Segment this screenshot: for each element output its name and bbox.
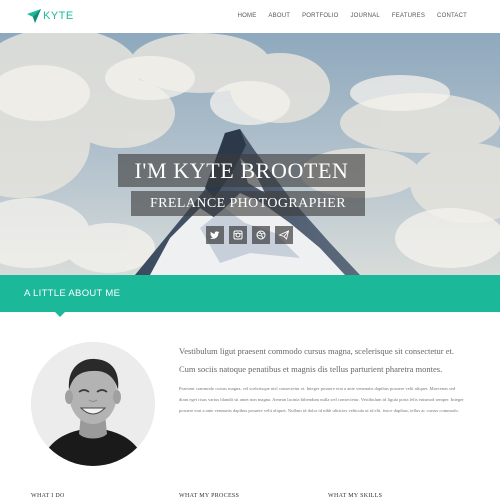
brand-logo[interactable]: KYTE — [27, 8, 74, 24]
profile-portrait — [31, 342, 155, 466]
nav-item-features[interactable]: FEATURES — [392, 12, 425, 20]
telegram-link[interactable] — [275, 226, 293, 244]
about-lead-2: Cum sociis natoque penatibus et magnis d… — [179, 364, 443, 374]
dribbble-icon — [256, 230, 266, 240]
hero-title: I'M KYTE BROOTEN — [118, 154, 365, 187]
about-lead-1: Vestibulum ligut praesent commodo cursus… — [179, 346, 455, 356]
heading-what-my-process: WHAT MY PROCESS — [179, 493, 240, 499]
about-bar-pointer — [55, 312, 65, 317]
nav-item-portfolio[interactable]: PORTFOLIO — [302, 12, 338, 20]
nav-item-about[interactable]: ABOUT — [268, 12, 290, 20]
nav-item-journal[interactable]: JOURNAL — [350, 12, 379, 20]
social-links — [206, 226, 298, 244]
portrait-photo — [31, 342, 155, 466]
instagram-link[interactable] — [229, 226, 247, 244]
hero-subtitle: FRELANCE PHOTOGRAPHER — [131, 191, 365, 216]
about-heading: A LITTLE ABOUT ME — [24, 288, 121, 299]
hero-banner: I'M KYTE BROOTEN FRELANCE PHOTOGRAPHER — [0, 33, 500, 275]
about-body: Praesent commodo cursus magna, vel scele… — [179, 386, 464, 413]
heading-what-my-skills: WHAT MY SKILLS — [328, 493, 383, 499]
nav-item-contact[interactable]: CONTACT — [437, 12, 467, 20]
heading-what-i-do: WHAT I DO — [31, 493, 65, 499]
instagram-icon — [233, 230, 243, 240]
nav-item-home[interactable]: HOME — [238, 12, 257, 20]
about-intro: Vestibulum ligut praesent commodo cursus… — [179, 346, 471, 416]
twitter-link[interactable] — [206, 226, 224, 244]
dribbble-link[interactable] — [252, 226, 270, 244]
main-nav: HOME ABOUT PORTFOLIO JOURNAL FEATURES CO… — [226, 12, 467, 20]
brand-name: KYTE — [43, 10, 74, 22]
twitter-icon — [210, 231, 220, 239]
paper-plane-logo-icon — [27, 9, 41, 23]
paper-plane-icon — [279, 230, 289, 240]
about-section-bar: A LITTLE ABOUT ME — [0, 275, 500, 312]
top-navbar: KYTE HOME ABOUT PORTFOLIO JOURNAL FEATUR… — [0, 0, 500, 33]
